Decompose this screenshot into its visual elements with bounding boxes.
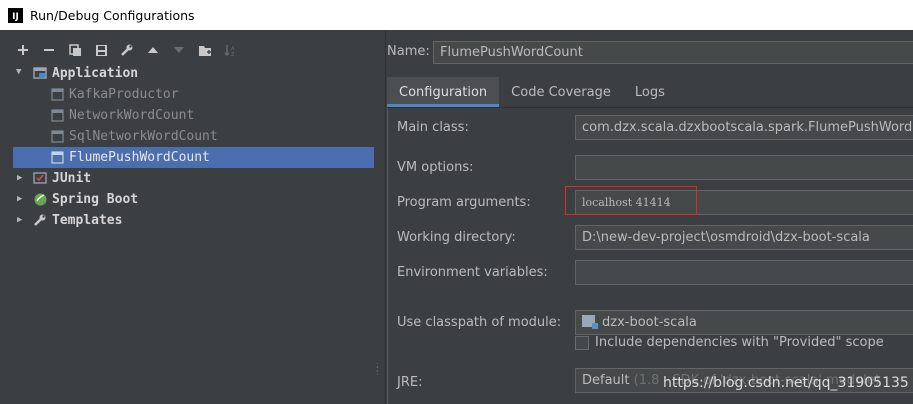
tree-label: KafkaProductor [69,87,179,102]
tree-label-spring-boot: Spring Boot [52,192,139,207]
folder-icon[interactable] [192,40,218,60]
module-icon [582,315,598,329]
main-class-field[interactable]: com.dzx.scala.dzxbootscala.spark.FlumePu… [575,115,913,140]
sort-icon[interactable]: AZ [218,40,244,60]
spring-boot-icon [33,192,47,206]
tab-code-coverage[interactable]: Code Coverage [499,77,623,107]
splitter-grip-icon[interactable]: ::: [376,361,382,379]
junit-icon [33,171,47,185]
tree-label: FlumePushWordCount [69,150,210,165]
window-title: Run/Debug Configurations [30,7,195,23]
tree-label-templates: Templates [52,213,123,228]
name-label: Name: [387,44,430,59]
config-tabs: Configuration Code Coverage Logs [387,77,677,107]
wrench-icon[interactable] [114,40,140,60]
wrench-icon [33,213,47,227]
watermark-text: https://blog.csdn.net/qq_31905135 [663,375,909,391]
tree-node-spring-boot[interactable]: ▶ Spring Boot [0,189,374,210]
copy-icon[interactable] [62,40,88,60]
vm-options-label: VM options: [397,160,474,175]
vm-options-field[interactable] [575,155,913,180]
chevron-right-icon[interactable]: ▶ [17,173,27,183]
tree-label: SqlNetworkWordCount [69,129,218,144]
working-directory-label: Working directory: [397,230,516,245]
run-config-icon [51,109,65,123]
panel-splitter[interactable] [374,30,386,404]
tree-node-junit[interactable]: ▶ JUnit [0,168,374,189]
chevron-right-icon[interactable]: ▶ [17,215,27,225]
intellij-logo-icon: IJ [8,7,23,23]
run-config-icon [51,130,65,144]
classpath-module-label: Use classpath of module: [397,315,562,330]
classpath-module-value: dzx-boot-scala [602,315,697,330]
main-class-label: Main class: [397,120,469,135]
svg-text:Z: Z [231,52,235,57]
title-bar: IJ Run/Debug Configurations [0,0,913,30]
sidebar-toolbar: AZ [10,40,244,60]
remove-icon[interactable] [36,40,62,60]
environment-variables-label: Environment variables: [397,265,548,280]
configuration-form: Main class: com.dzx.scala.dzxbootscala.s… [387,108,913,404]
tree-label: NetworkWordCount [69,108,195,123]
tree-item-flumepushwordcount[interactable]: FlumePushWordCount [13,147,374,168]
tree-label-application: Application [52,66,139,81]
tree-label-junit: JUnit [52,171,92,186]
tree-item-sqlnetworkwordcount[interactable]: SqlNetworkWordCount [0,126,374,147]
move-down-icon[interactable] [166,40,192,60]
tab-logs[interactable]: Logs [623,77,677,107]
configurations-tree: ▼ Application KafkaProductor NetworkWord… [0,63,374,231]
application-icon [33,66,47,80]
add-icon[interactable] [10,40,36,60]
tree-node-application[interactable]: ▼ Application [0,63,374,84]
move-up-icon[interactable] [140,40,166,60]
tree-item-kafkaproductor[interactable]: KafkaProductor [0,84,374,105]
environment-variables-field[interactable] [575,260,913,285]
chevron-down-icon[interactable]: ▼ [16,67,26,77]
jre-label: JRE: [397,375,423,390]
classpath-module-select[interactable]: dzx-boot-scala [575,310,913,335]
working-directory-field[interactable]: D:\new-dev-project\osmdroid\dzx-boot-sca… [575,225,913,250]
run-config-icon [51,151,65,165]
program-arguments-field[interactable]: localhost 41414 [575,190,913,215]
run-config-icon [51,88,65,102]
tree-node-templates[interactable]: ▶ Templates [0,210,374,231]
configuration-editor: Name: FlumePushWordCount Configuration C… [387,30,913,404]
jre-value: Default [582,373,630,388]
tab-configuration[interactable]: Configuration [387,77,500,107]
tree-item-networkwordcount[interactable]: NetworkWordCount [0,105,374,126]
chevron-right-icon[interactable]: ▶ [17,194,27,204]
save-icon[interactable] [88,40,114,60]
configurations-sidebar: AZ ▼ Application KafkaProductor NetworkW… [0,30,374,404]
name-field[interactable]: FlumePushWordCount [433,41,913,64]
program-arguments-label: Program arguments: [397,195,531,210]
include-provided-checkbox[interactable] [575,336,589,350]
include-provided-label[interactable]: Include dependencies with "Provided" sco… [595,335,884,350]
